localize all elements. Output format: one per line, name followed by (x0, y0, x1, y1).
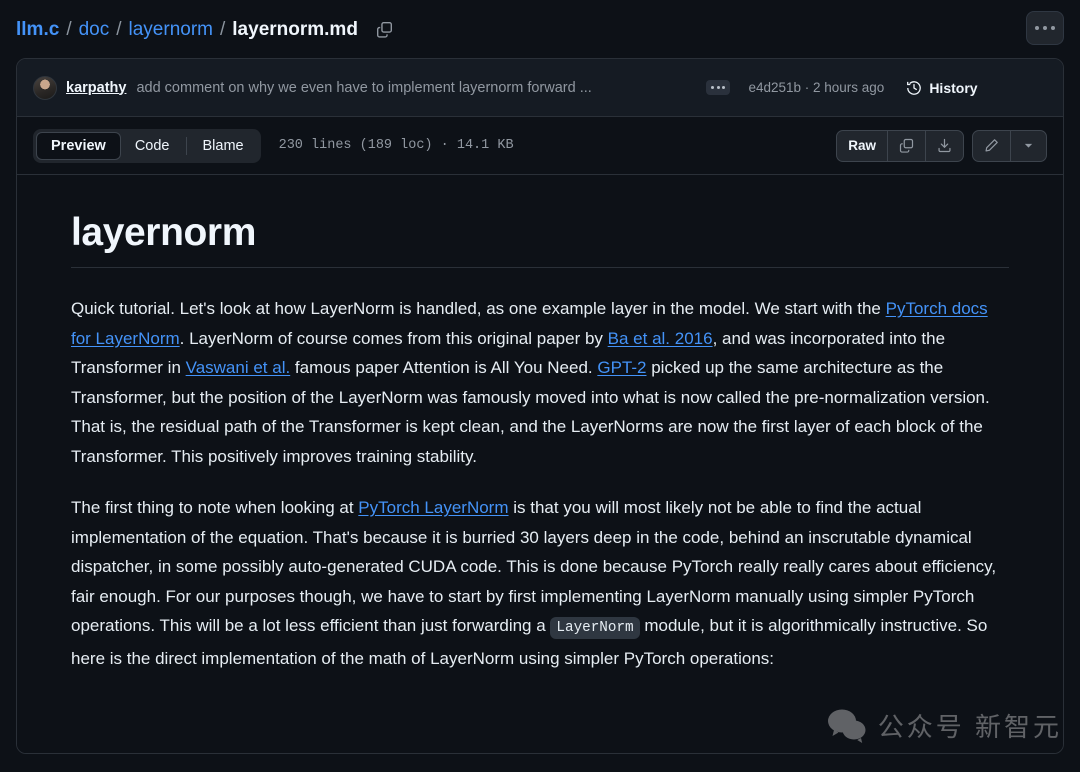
history-button[interactable]: History (906, 79, 978, 96)
link-gpt-2[interactable]: GPT-2 (597, 358, 646, 377)
tab-divider (185, 136, 187, 155)
breadcrumb-separator: / (66, 18, 72, 40)
kebab-menu-icon (1043, 26, 1047, 30)
link-vaswani-et-al[interactable]: Vaswani et al. (186, 358, 291, 377)
file-stats: 230 lines (189 loc) · 14.1 KB (278, 138, 514, 153)
kebab-menu-icon (1035, 26, 1039, 30)
markdown-content: layernorm Quick tutorial. Let's look at … (17, 175, 1063, 753)
commit-message[interactable]: add comment on why we even have to imple… (136, 80, 696, 96)
breadcrumb-separator: / (220, 18, 226, 40)
breadcrumb-separator: / (116, 18, 122, 40)
breadcrumb-repo[interactable]: llm.c (16, 20, 59, 39)
paragraph-1-text-4: famous paper Attention is All You Need. (290, 358, 598, 377)
avatar[interactable] (33, 75, 57, 100)
ellipsis-expand-icon (716, 86, 720, 89)
file-panel: karpathy add comment on why we even have… (16, 58, 1064, 754)
inline-code-layernorm: LayerNorm (550, 617, 640, 639)
paragraph-1: Quick tutorial. Let's look at how LayerN… (71, 294, 1009, 471)
copy-raw-button[interactable] (888, 130, 926, 161)
commit-expand-button[interactable] (706, 80, 731, 95)
paragraph-1-text-1: Quick tutorial. Let's look at how LayerN… (71, 299, 886, 318)
download-button[interactable] (926, 131, 963, 161)
edit-group (972, 129, 1047, 162)
download-icon (938, 138, 951, 153)
more-options-button[interactable] (1026, 11, 1064, 45)
ellipsis-expand-icon (722, 86, 726, 89)
paragraph-2-text-2: is that you will most likely not be able… (71, 498, 997, 635)
copy-path-icon[interactable] (372, 16, 398, 42)
pencil-edit-icon (985, 139, 998, 152)
paragraph-2-text-1: The first thing to note when looking at (71, 498, 359, 517)
copy-icon (899, 138, 914, 153)
latest-commit-bar: karpathy add comment on why we even have… (17, 59, 1063, 117)
kebab-menu-icon (1051, 26, 1055, 30)
breadcrumb: llm.c / doc / layernorm / layernorm.md (0, 0, 1080, 58)
breadcrumb-doc[interactable]: doc (79, 20, 110, 39)
link-ba-et-al-2016[interactable]: Ba et al. 2016 (608, 329, 713, 348)
tab-preview[interactable]: Preview (36, 131, 121, 160)
page-title: layernorm (71, 211, 1009, 268)
history-label: History (929, 79, 978, 96)
view-mode-tabs: Preview Code Blame (33, 128, 261, 163)
tab-code[interactable]: Code (121, 132, 184, 160)
raw-copy-download-group: Raw (836, 129, 964, 162)
ellipsis-expand-icon (711, 86, 715, 89)
commit-meta[interactable]: e4d251b · 2 hours ago (748, 80, 884, 95)
commit-author[interactable]: karpathy (66, 80, 126, 96)
tab-blame[interactable]: Blame (189, 132, 258, 160)
paragraph-1-text-2: . LayerNorm of course comes from this or… (179, 328, 608, 348)
toolbar-actions: Raw (836, 129, 1047, 162)
chevron-down-icon (1024, 143, 1033, 148)
edit-file-button[interactable] (973, 130, 1011, 161)
paragraph-2: The first thing to note when looking at … (71, 493, 1009, 673)
link-pytorch-layernorm[interactable]: PyTorch LayerNorm (358, 498, 508, 517)
breadcrumb-layernorm[interactable]: layernorm (129, 20, 213, 39)
breadcrumb-filename: layernorm.md (232, 18, 358, 40)
file-toolbar: Preview Code Blame 230 lines (189 loc) ·… (17, 117, 1063, 175)
edit-dropdown-button[interactable] (1011, 131, 1046, 161)
history-clock-icon (907, 80, 922, 95)
raw-button[interactable]: Raw (837, 130, 888, 161)
